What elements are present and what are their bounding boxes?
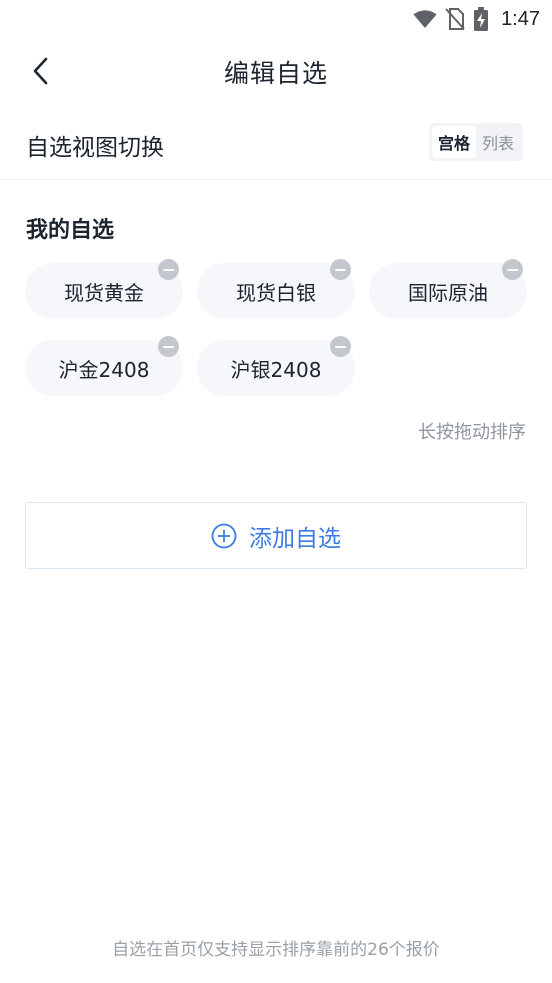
remove-icon[interactable] bbox=[330, 259, 351, 280]
nav-bar: 编辑自选 bbox=[0, 38, 552, 104]
remove-icon[interactable] bbox=[158, 336, 179, 357]
view-switch-row: 自选视图切换 宫格 列表 bbox=[0, 108, 552, 180]
status-bar: 1:47 bbox=[0, 0, 552, 38]
page-title: 编辑自选 bbox=[223, 59, 328, 88]
view-toggle: 宫格 列表 bbox=[429, 123, 523, 161]
wifi-icon bbox=[413, 10, 437, 28]
chip-label: 国际原油 bbox=[408, 280, 488, 305]
add-watchlist-label: 添加自选 bbox=[249, 525, 341, 552]
watchlist-chip[interactable]: 现货白银 bbox=[197, 259, 355, 319]
watchlist-chip[interactable]: 国际原油 bbox=[369, 259, 527, 319]
status-time: 1:47 bbox=[501, 7, 540, 30]
no-sim-icon bbox=[445, 8, 465, 30]
toggle-list[interactable]: 列表 bbox=[476, 126, 520, 158]
add-watchlist-button[interactable]: 添加自选 bbox=[25, 502, 527, 569]
status-icons: 1:47 bbox=[413, 6, 540, 32]
view-switch-label: 自选视图切换 bbox=[26, 135, 164, 161]
chip-label: 沪金2408 bbox=[58, 357, 150, 382]
watchlist-chip[interactable]: 沪金2408 bbox=[25, 336, 183, 396]
toggle-grid[interactable]: 宫格 bbox=[432, 126, 476, 158]
chip-label: 现货白银 bbox=[236, 280, 316, 305]
remove-icon[interactable] bbox=[502, 259, 523, 280]
footer-note: 自选在首页仅支持显示排序靠前的26个报价 bbox=[112, 940, 440, 960]
chip-label: 现货黄金 bbox=[64, 280, 144, 305]
battery-charging-icon bbox=[474, 7, 489, 31]
remove-icon[interactable] bbox=[330, 336, 351, 357]
drag-sort-hint: 长按拖动排序 bbox=[418, 422, 526, 443]
section-title: 我的自选 bbox=[26, 218, 115, 243]
plus-circle-icon bbox=[211, 523, 237, 548]
remove-icon[interactable] bbox=[158, 259, 179, 280]
watchlist-chip[interactable]: 沪银2408 bbox=[197, 336, 355, 396]
watchlist-chip[interactable]: 现货黄金 bbox=[25, 259, 183, 319]
chip-label: 沪银2408 bbox=[230, 357, 322, 382]
